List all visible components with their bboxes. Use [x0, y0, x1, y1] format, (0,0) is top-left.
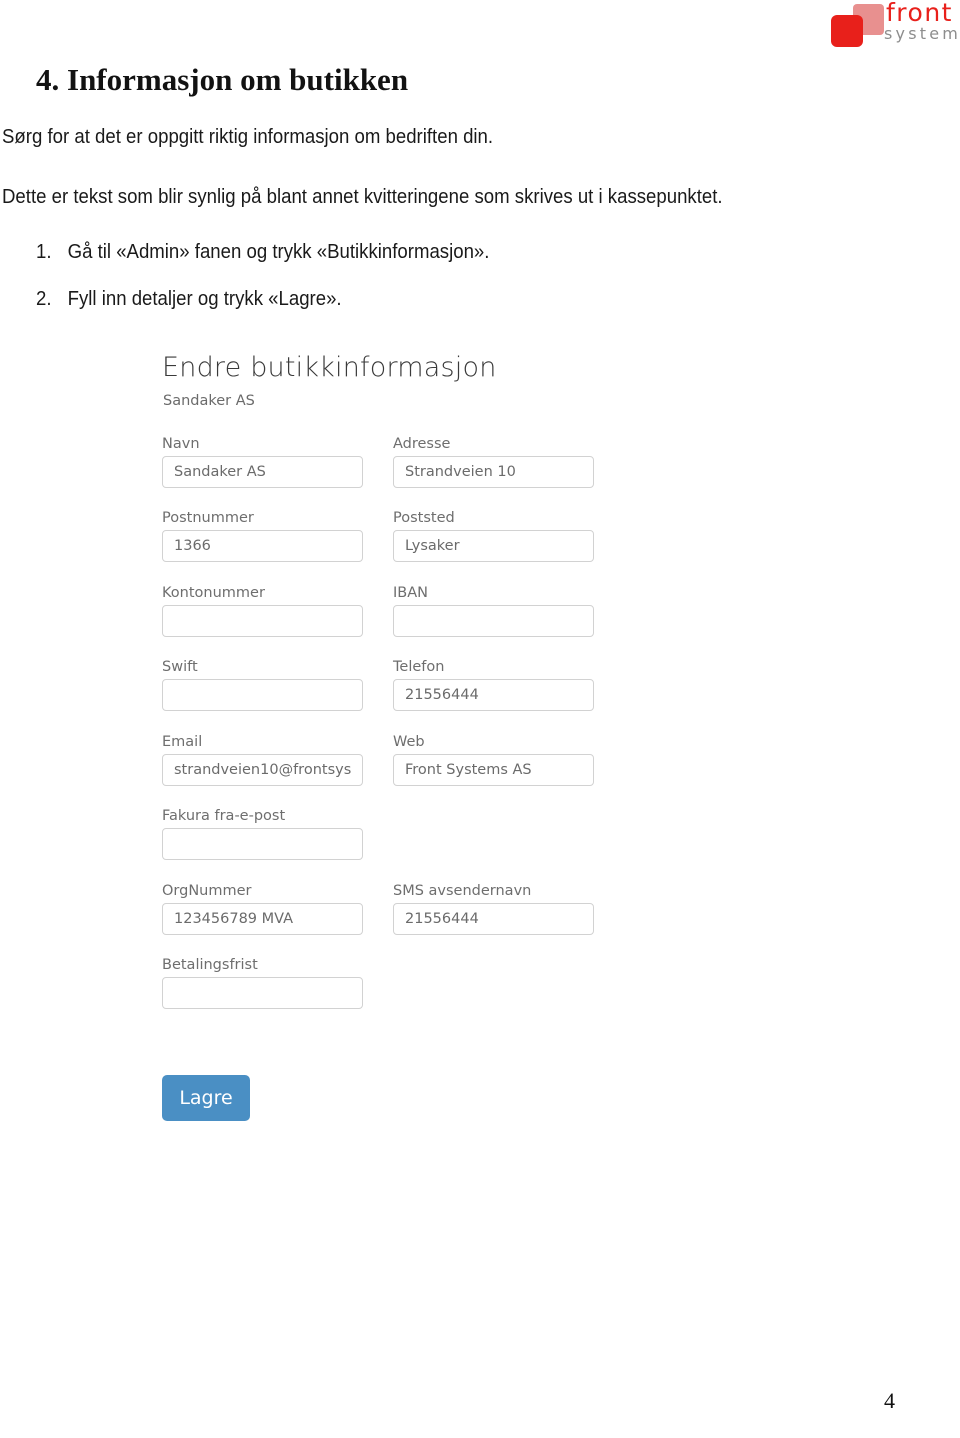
form-title: Endre butikkinformasjon	[162, 352, 497, 383]
field-email: Email strandveien10@frontsys	[162, 734, 363, 786]
field-label-telefon: Telefon	[393, 659, 445, 675]
field-iban: IBAN	[393, 585, 594, 637]
input-navn[interactable]: Sandaker AS	[162, 456, 363, 488]
list-item-label: Fyll inn detaljer og trykk «Lagre».	[67, 288, 342, 310]
field-label-swift: Swift	[162, 659, 198, 675]
input-web[interactable]: Front Systems AS	[393, 754, 594, 786]
form-subtitle: Sandaker AS	[163, 393, 255, 409]
input-email[interactable]: strandveien10@frontsys	[162, 754, 363, 786]
logo-word-systems: systems	[884, 24, 960, 43]
intro-paragraph-2: Dette er tekst som blir synlig på blant …	[2, 186, 723, 208]
logo-square-front-icon	[831, 15, 863, 47]
field-label-betalingsfrist: Betalingsfrist	[162, 957, 258, 973]
field-swift: Swift	[162, 659, 363, 711]
field-label-orgnummer: OrgNummer	[162, 883, 252, 899]
input-orgnummer[interactable]: 123456789 MVA	[162, 903, 363, 935]
field-navn: Navn Sandaker AS	[162, 436, 363, 488]
input-telefon[interactable]: 21556444	[393, 679, 594, 711]
field-label-email: Email	[162, 734, 203, 750]
input-postnummer[interactable]: 1366	[162, 530, 363, 562]
logo-word-front: front	[886, 0, 953, 27]
front-systems-logo: front systems	[824, 0, 960, 52]
field-label-iban: IBAN	[393, 585, 428, 601]
input-swift[interactable]	[162, 679, 363, 711]
field-web: Web Front Systems AS	[393, 734, 594, 786]
page-title: 4. Informasjon om butikken	[36, 62, 409, 97]
list-item: 1. Gå til «Admin» fanen og trykk «Butikki…	[36, 241, 489, 264]
field-postnummer: Postnummer 1366	[162, 510, 363, 562]
field-label-poststed: Poststed	[393, 510, 455, 526]
list-item-label: Gå til «Admin» fanen og trykk «Butikkinf…	[67, 241, 490, 263]
field-label-postnummer: Postnummer	[162, 510, 254, 526]
input-betalingsfrist[interactable]	[162, 977, 363, 1009]
field-label-fakura-fra-e-post: Fakura fra-e-post	[162, 808, 286, 824]
list-item-number: 1.	[36, 241, 52, 263]
list-item-number: 2.	[36, 288, 52, 310]
field-label-sms-avsendernavn: SMS avsendernavn	[393, 883, 532, 899]
save-button[interactable]: Lagre	[162, 1075, 250, 1121]
intro-paragraph-1: Sørg for at det er oppgitt riktig inform…	[2, 126, 494, 148]
field-betalingsfrist: Betalingsfrist	[162, 957, 363, 1009]
app-screenshot-butikkinformasjon: Endre butikkinformasjon Sandaker AS Navn…	[160, 348, 620, 1138]
field-label-kontonummer: Kontonummer	[162, 585, 265, 601]
field-telefon: Telefon 21556444	[393, 659, 594, 711]
input-sms-avsendernavn[interactable]: 21556444	[393, 903, 594, 935]
input-adresse[interactable]: Strandveien 10	[393, 456, 594, 488]
field-adresse: Adresse Strandveien 10	[393, 436, 594, 488]
field-label-adresse: Adresse	[393, 436, 451, 452]
field-label-web: Web	[393, 734, 425, 750]
input-kontonummer[interactable]	[162, 605, 363, 637]
field-sms-avsendernavn: SMS avsendernavn 21556444	[393, 883, 594, 935]
input-poststed[interactable]: Lysaker	[393, 530, 594, 562]
field-poststed: Poststed Lysaker	[393, 510, 594, 562]
field-orgnummer: OrgNummer 123456789 MVA	[162, 883, 363, 935]
page-number: 4	[884, 1388, 895, 1413]
field-kontonummer: Kontonummer	[162, 585, 363, 637]
list-item: 2. Fyll inn detaljer og trykk «Lagre».	[36, 288, 342, 311]
field-label-navn: Navn	[162, 436, 200, 452]
field-fakura-fra-e-post: Fakura fra-e-post	[162, 808, 363, 860]
input-iban[interactable]	[393, 605, 594, 637]
input-fakura-fra-e-post[interactable]	[162, 828, 363, 860]
